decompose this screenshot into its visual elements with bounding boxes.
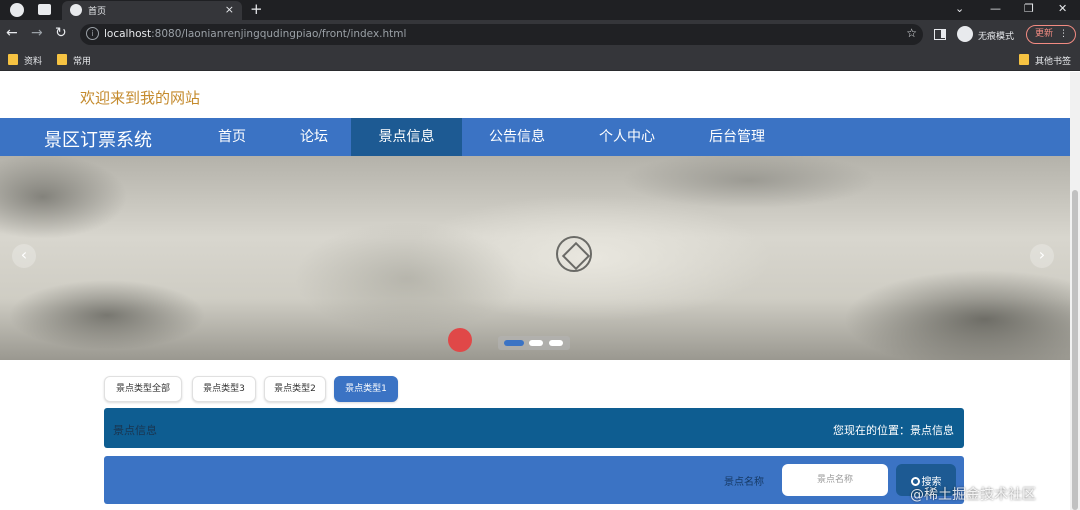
filter-type3[interactable]: 景点类型3	[192, 376, 256, 402]
other-bookmarks[interactable]: 其他书签	[1019, 54, 1071, 67]
nav-profile[interactable]: 个人中心	[586, 118, 668, 156]
star-icon[interactable]: ☆	[906, 26, 917, 40]
side-panel-icon[interactable]	[934, 29, 946, 40]
watermark: @稀土掘金技术社区	[910, 487, 1036, 503]
back-icon[interactable]: ←	[6, 25, 18, 41]
carousel-prev-icon[interactable]: ‹	[12, 244, 36, 268]
carousel-dot[interactable]	[549, 340, 563, 346]
carousel-banner: ‹ ›	[0, 156, 1070, 360]
search-label: 景点名称	[724, 477, 764, 488]
breadcrumb-location: 您现在的位置：景点信息	[833, 424, 954, 437]
filter-all[interactable]: 景点类型全部	[104, 376, 182, 402]
browser-tab[interactable]: 首页 ×	[62, 1, 242, 20]
reload-icon[interactable]: ↻	[55, 25, 67, 41]
browser-tabbar: 首页 × + ⌄ — ❐ ✕	[0, 0, 1080, 20]
nav-forum[interactable]: 论坛	[282, 118, 346, 156]
nav-announcements[interactable]: 公告信息	[476, 118, 558, 156]
compass-decoration	[556, 236, 592, 272]
filter-type2[interactable]: 景点类型2	[264, 376, 326, 402]
nav-home[interactable]: 首页	[200, 118, 264, 156]
bookmark-folder[interactable]: 常用	[57, 54, 91, 67]
carousel-dot[interactable]	[504, 340, 524, 346]
filter-type1[interactable]: 景点类型1	[334, 376, 398, 402]
bookmark-folder[interactable]: 资料	[8, 54, 42, 67]
more-icon[interactable]: ⋮	[1059, 26, 1068, 43]
info-icon[interactable]: i	[86, 27, 99, 40]
new-tab-icon[interactable]: +	[250, 0, 263, 18]
tab-favicon-icon	[70, 4, 82, 16]
welcome-text: 欢迎来到我的网站	[80, 89, 201, 107]
nav-admin[interactable]: 后台管理	[696, 118, 778, 156]
page-scrollbar[interactable]	[1070, 72, 1080, 510]
carousel-indicators	[498, 336, 570, 350]
window-icon[interactable]	[38, 4, 51, 15]
tab-close-icon[interactable]: ×	[225, 3, 234, 16]
breadcrumb-section-title: 景点信息	[113, 424, 157, 437]
site-brand[interactable]: 景区订票系统	[44, 126, 152, 152]
main-navbar: 景区订票系统 首页 论坛 景点信息 公告信息 个人中心 后台管理	[0, 118, 1070, 156]
page-viewport: 欢迎来到我的网站 景区订票系统 首页 论坛 景点信息 公告信息 个人中心 后台管…	[0, 72, 1070, 510]
cursor-highlight	[448, 328, 472, 352]
close-window-icon[interactable]: ✕	[1058, 2, 1067, 15]
address-bar[interactable]: i localhost:8080/laonianrenjingqudingpia…	[80, 24, 923, 45]
incognito-icon	[957, 26, 973, 42]
bookmarks-bar: 资料 常用 其他书签	[0, 49, 1080, 71]
breadcrumb: 景点信息 您现在的位置：景点信息	[104, 408, 964, 448]
forward-icon[interactable]: →	[31, 25, 43, 41]
browser-toolbar: ← → ↻ i localhost:8080/laonianrenjingqud…	[0, 20, 1080, 49]
nav-attractions[interactable]: 景点信息	[351, 118, 462, 156]
update-label: 更新	[1035, 29, 1054, 39]
chevron-down-icon[interactable]: ⌄	[955, 2, 964, 15]
minimize-icon[interactable]: —	[990, 2, 1001, 15]
search-input[interactable]	[782, 464, 888, 496]
url-text: localhost:8080/laonianrenjingqudingpiao/…	[104, 28, 407, 40]
globe-icon[interactable]	[10, 3, 24, 17]
carousel-dot[interactable]	[529, 340, 543, 346]
incognito-label: 无痕模式	[978, 32, 1015, 42]
restore-icon[interactable]: ❐	[1024, 2, 1034, 15]
update-button[interactable]: 更新 ⋮	[1026, 25, 1076, 44]
tab-title: 首页	[88, 7, 107, 17]
carousel-next-icon[interactable]: ›	[1030, 244, 1054, 268]
scrollbar-thumb[interactable]	[1072, 190, 1078, 510]
search-bar: 景点名称 搜索	[104, 456, 964, 504]
